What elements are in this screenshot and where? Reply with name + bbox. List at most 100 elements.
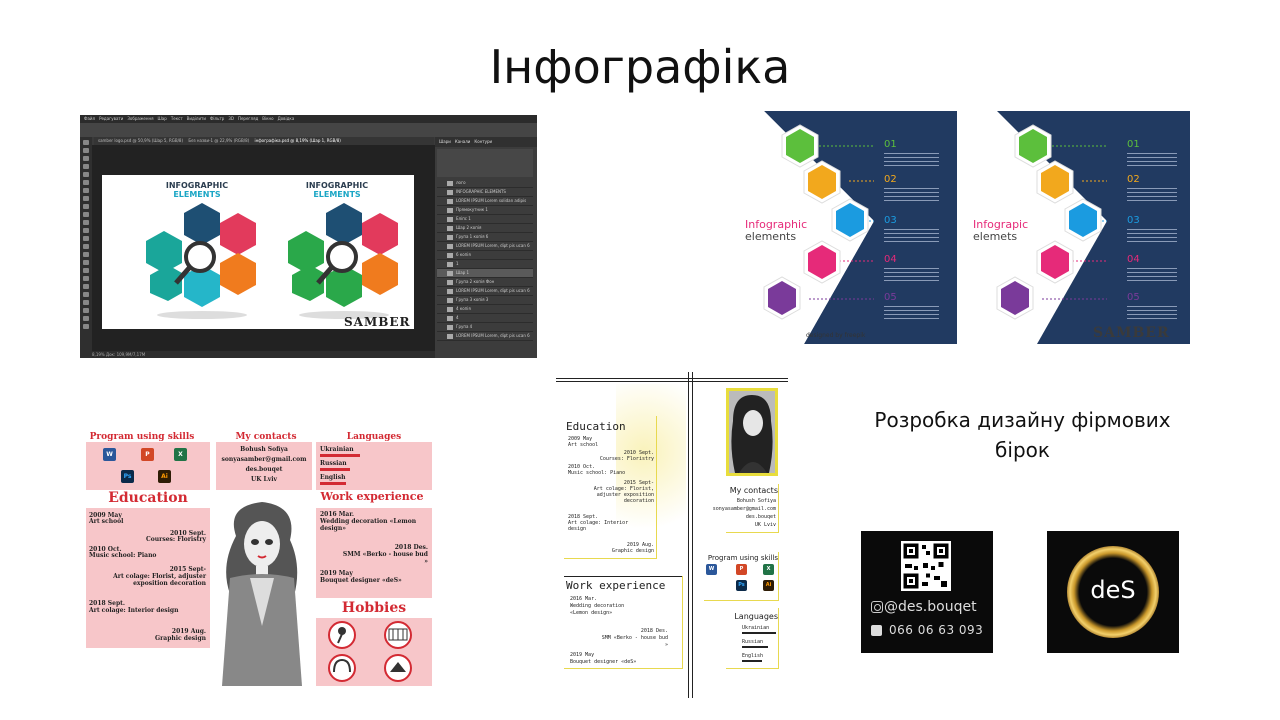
- ps-options-bar: [80, 123, 537, 137]
- layer-row[interactable]: Шар 2 копія: [437, 224, 533, 233]
- ps-menu-item: Редагувати: [99, 116, 124, 121]
- infographic-subheading: ELEMENTS: [173, 190, 221, 199]
- layer-row[interactable]: LOREM IPSUM Lorem, dipt pis ucan 6: [437, 332, 533, 341]
- work-desc: SMM «Berko - house bud: [601, 635, 668, 641]
- language-label: English: [742, 653, 764, 659]
- ps-menubar: Файл Редагувати Зображення Шар Текст Виділити…: [80, 115, 537, 123]
- infographic-variant-1: Infographic elements 01 02 03 04 05 desi…: [724, 111, 957, 344]
- languages-heading: Languages: [346, 432, 402, 442]
- work-desc: Bouquet designer «deS»: [570, 659, 637, 665]
- language-level-bar: [742, 632, 776, 634]
- layer-row[interactable]: Прямокутник 1: [437, 206, 533, 215]
- qr-code-icon: [901, 541, 951, 591]
- work-desc: Wedding decoration: [570, 603, 625, 609]
- slide-title: Інфографіка: [489, 40, 791, 94]
- lorem-text-block: [884, 188, 939, 204]
- lorem-text-block: [884, 153, 939, 169]
- work-desc: «Lemon design»: [570, 610, 613, 616]
- contact-name: Bohush Sofiya: [240, 446, 288, 453]
- infographic-heading: INFOGRAPHIC: [305, 181, 369, 190]
- hobbies-heading: Hobbies: [341, 600, 407, 616]
- layer-row[interactable]: Група 4: [437, 323, 533, 332]
- brand-tags-caption: Розробка дизайну фірмових бірок: [874, 408, 1171, 462]
- ps-layer-controls: [437, 149, 533, 177]
- phone-number: 066 06 63 093: [889, 623, 984, 637]
- hex-infographic-left: [146, 203, 256, 319]
- infographic-variant-2: Infograpic elemets 01 02 03 04 05 SAMBER: [957, 111, 1190, 344]
- layer-row[interactable]: 4 копія: [437, 305, 533, 314]
- ps-menu-item: 3D: [228, 116, 234, 121]
- work-rule: [564, 576, 682, 577]
- tab-paths[interactable]: Контури: [474, 139, 492, 144]
- layer-row[interactable]: 4: [437, 314, 533, 323]
- layer-row[interactable]: Група 2 копія Фон: [437, 278, 533, 287]
- edu-desc: Music school: Piano: [568, 470, 626, 476]
- edu-desc: Art school: [568, 442, 599, 448]
- language-label: Ukrainian: [742, 625, 770, 631]
- step-number: 02: [1127, 174, 1140, 185]
- ps-menu-item: Файл: [84, 116, 96, 121]
- ps-menu-item: Виділити: [186, 116, 206, 121]
- contact-email: sonyasamber@gmail.com: [712, 506, 776, 512]
- skills-heading: Program using skills: [89, 432, 195, 442]
- instagram-handle: @des.bouqet: [884, 599, 977, 615]
- layer-row[interactable]: 6 копія: [437, 251, 533, 260]
- phone-icon: [871, 625, 882, 636]
- work-date: 2019 May: [570, 652, 595, 658]
- edu-date: 2015 Sept-: [169, 566, 206, 573]
- language-level-bar: [320, 468, 350, 471]
- ps-menu-item: Зображення: [127, 116, 154, 121]
- layer-row[interactable]: INFOGRAPHIC ELEMENTS: [437, 188, 533, 197]
- language-label: Ukrainian: [320, 446, 354, 453]
- ps-canvas: INFOGRAPHIC ELEMENTS INFOGRAPHIC ELEMENT…: [102, 175, 414, 329]
- education-heading: Education: [566, 420, 626, 433]
- work-date: 2018 Des.: [640, 628, 668, 634]
- languages-heading: Languages: [734, 612, 778, 621]
- lorem-text-block: [884, 229, 939, 245]
- samber-watermark: SAMBER: [344, 315, 411, 329]
- language-label: Russian: [320, 460, 347, 467]
- brand-tag-logo: deS: [1047, 531, 1179, 653]
- work-date: 2019 May: [320, 570, 353, 577]
- contact-email: sonyasamber@gmail.com: [221, 456, 307, 463]
- ps-doc-tab: інфографіка.psd @ 8,19% (Шар 1, RGB/8): [254, 138, 341, 143]
- layer-row[interactable]: LOREM IPSUM Lorem, dipt pis ucan 6: [437, 287, 533, 296]
- edu-desc: decoration: [623, 498, 654, 504]
- contact-location: UK Lviv: [250, 476, 277, 483]
- layer-row[interactable]: 1: [437, 260, 533, 269]
- language-level-bar: [742, 660, 762, 662]
- lorem-text-block: [1127, 153, 1177, 169]
- layer-row[interactable]: LOREM IPSUM Lorem solidan adipis: [437, 197, 533, 206]
- tab-channels[interactable]: Канали: [455, 139, 471, 144]
- edu-desc: Art colage: Interior design: [89, 607, 179, 614]
- layer-row[interactable]: Група 1 копія 6: [437, 233, 533, 242]
- profile-photo: [729, 391, 775, 473]
- contact-instagram: des.bouqet: [745, 514, 776, 520]
- infographic-subheading: ELEMENTS: [313, 190, 361, 199]
- resume-white: Education 2009 May Art school 2010 Sept.…: [556, 372, 788, 698]
- ps-menu-item: Довідка: [277, 116, 295, 121]
- ps-menu-item: Текст: [170, 116, 183, 121]
- edu-desc: exposition decoration: [133, 580, 206, 587]
- layer-row[interactable]: лого: [437, 179, 533, 188]
- freepik-credit: designed by freepik: [806, 332, 866, 339]
- edu-desc: Courses: Floristry: [146, 536, 206, 543]
- infographic-heading: INFOGRAPHIC: [165, 181, 229, 190]
- edu-desc: design: [568, 526, 587, 532]
- contact-location: UK Lviv: [754, 522, 776, 528]
- step-number: 04: [1127, 254, 1140, 265]
- photoshop-icon: Ps: [121, 470, 134, 483]
- contacts-heading: My contacts: [235, 432, 297, 442]
- edu-desc: Graphic design: [155, 635, 206, 642]
- lorem-text-block: [1127, 306, 1177, 322]
- layer-row[interactable]: LOREM IPSUM Lorem, dipt pis ucan 6: [437, 242, 533, 251]
- word-icon: W: [103, 448, 116, 461]
- layer-row-selected[interactable]: Шар 1: [437, 269, 533, 278]
- layer-row[interactable]: Група 3 копія 3: [437, 296, 533, 305]
- layer-row[interactable]: Еліпс 1: [437, 215, 533, 224]
- work-date: 2016 Mar.: [320, 511, 355, 518]
- language-label: Russian: [742, 639, 764, 645]
- tab-layers[interactable]: Шари: [439, 139, 451, 144]
- hobby-icons: [328, 621, 412, 682]
- work-desc: »: [424, 558, 428, 565]
